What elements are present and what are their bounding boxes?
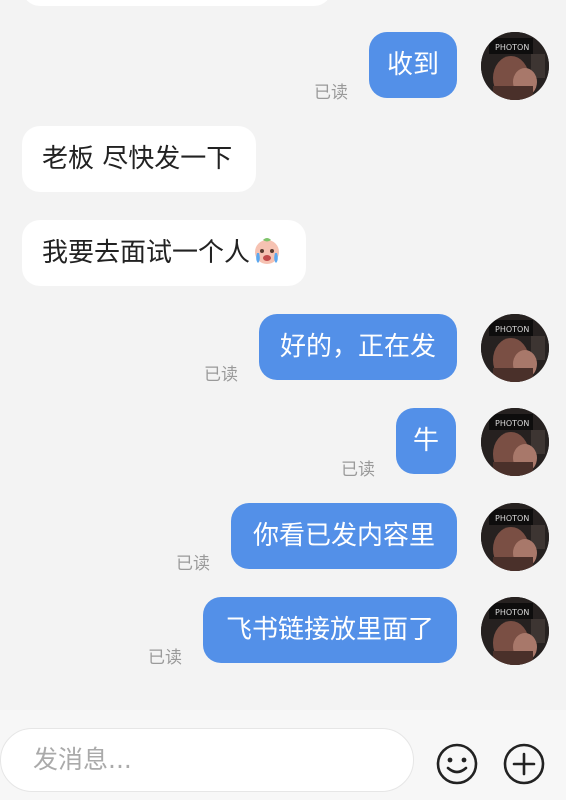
avatar-photo-icon: PHOTON: [481, 597, 549, 665]
smiley-face-icon[interactable]: [435, 742, 479, 786]
avatar-photo-icon: PHOTON: [481, 314, 549, 382]
message-bubble-outgoing[interactable]: 牛: [396, 408, 456, 474]
read-status: 已读: [341, 460, 375, 480]
avatar[interactable]: PHOTON: [481, 314, 549, 382]
avatar-photo-icon: PHOTON: [481, 32, 549, 100]
svg-text:PHOTON: PHOTON: [495, 419, 529, 428]
avatar-photo-icon: PHOTON: [481, 503, 549, 571]
message-bubble-incoming[interactable]: 老板 尽快发一下: [22, 126, 256, 192]
svg-text:PHOTON: PHOTON: [495, 608, 529, 617]
message-bubble-incoming-partial: [22, 0, 332, 6]
svg-text:PHOTON: PHOTON: [495, 514, 529, 523]
avatar[interactable]: PHOTON: [481, 32, 549, 100]
message-bubble-outgoing[interactable]: 飞书链接放里面了: [203, 597, 457, 663]
read-status: 已读: [204, 365, 238, 385]
avatar[interactable]: PHOTON: [481, 597, 549, 665]
message-composer: 发消息...: [0, 710, 566, 800]
read-status: 已读: [148, 648, 182, 668]
message-bubble-outgoing[interactable]: 你看已发内容里: [231, 503, 457, 569]
chat-message-list[interactable]: 已读 收到 PHOTON 老板 尽快发一下 我要去面试一个人 已读 好的，正在发: [0, 0, 566, 710]
read-status: 已读: [314, 83, 348, 103]
plus-circle-icon[interactable]: [502, 742, 546, 786]
message-bubble-outgoing[interactable]: 收到: [369, 32, 457, 98]
message-input[interactable]: 发消息...: [0, 728, 414, 792]
svg-text:PHOTON: PHOTON: [495, 43, 529, 52]
avatar[interactable]: PHOTON: [481, 503, 549, 571]
message-bubble-incoming[interactable]: 我要去面试一个人: [22, 220, 306, 286]
read-status: 已读: [176, 554, 210, 574]
avatar[interactable]: PHOTON: [481, 408, 549, 476]
svg-text:PHOTON: PHOTON: [495, 325, 529, 334]
message-bubble-outgoing[interactable]: 好的，正在发: [259, 314, 457, 380]
message-text: 我要去面试一个人: [42, 238, 251, 268]
crying-face-emoji-icon: [255, 238, 280, 264]
avatar-photo-icon: PHOTON: [481, 408, 549, 476]
